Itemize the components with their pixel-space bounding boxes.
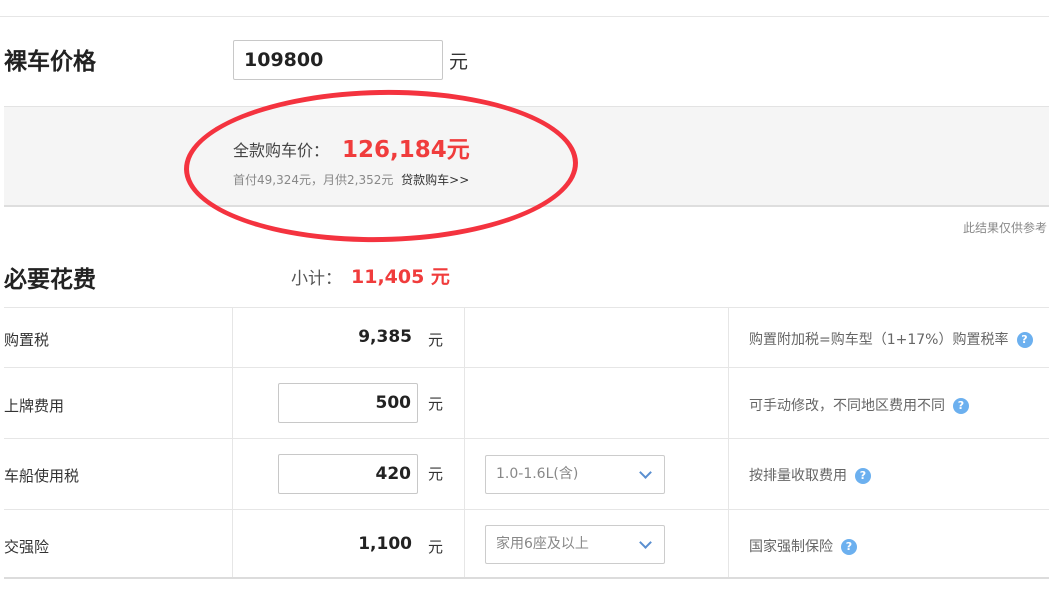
fee-note-text: 按排量收取费用 — [749, 468, 847, 484]
subtotal-value: 11,405 元 — [351, 266, 450, 288]
fee-note: 按排量收取费用? — [749, 465, 871, 485]
total-summary-box: 全款购车价： 126,184元 首付49,324元，月供2,352元 贷款购车>… — [4, 106, 1049, 207]
fee-unit: 元 — [428, 395, 444, 413]
fee-amount: 9,385 — [358, 327, 412, 347]
top-divider — [0, 16, 1049, 17]
fee-name: 购置税 — [4, 331, 50, 349]
help-icon[interactable]: ? — [1016, 332, 1033, 348]
fee-name: 上牌费用 — [4, 397, 65, 415]
total-price-label: 全款购车价： — [233, 141, 330, 160]
vehicle-tax-input[interactable]: 420 — [278, 454, 418, 494]
column-divider — [728, 308, 729, 367]
chevron-down-icon — [639, 536, 652, 549]
help-icon[interactable]: ? — [841, 539, 857, 555]
fee-row-license: 上牌费用 500 元 可手动修改，不同地区费用不同? — [4, 368, 1049, 439]
fee-note-text: 国家强制保险 — [749, 539, 833, 555]
fee-note: 可手动修改，不同地区费用不同? — [749, 395, 969, 415]
loan-purchase-link[interactable]: 贷款购车>> — [401, 173, 469, 187]
total-price-value: 126,184元 — [342, 137, 470, 163]
fee-unit: 元 — [428, 331, 444, 349]
seat-category-select-value: 家用6座及以上 — [496, 536, 589, 552]
fee-amount: 1,100 — [358, 534, 412, 554]
down-payment-text: 首付49,324元，月供2,352元 — [233, 173, 394, 187]
bare-price-unit: 元 — [449, 51, 469, 73]
fee-note: 国家强制保险? — [749, 536, 857, 556]
column-divider — [464, 308, 465, 367]
help-icon[interactable]: ? — [855, 468, 871, 484]
fee-unit: 元 — [428, 465, 444, 483]
column-divider — [232, 308, 233, 367]
fee-name: 车船使用税 — [4, 467, 80, 485]
subtotal-label: 小计： — [291, 269, 342, 289]
fee-unit: 元 — [428, 538, 444, 556]
bare-price-label: 裸车价格 — [4, 49, 96, 75]
fee-note-text: 可手动修改，不同地区费用不同 — [749, 398, 945, 414]
bare-price-input[interactable] — [233, 40, 443, 80]
payment-breakdown: 首付49,324元，月供2,352元 贷款购车>> — [233, 171, 469, 188]
fee-note-text: 购置附加税=购车型（1+17%）购置税率 — [749, 332, 1009, 348]
displacement-select[interactable]: 1.0-1.6L(含) — [485, 455, 665, 494]
fee-row-vehicle-tax: 车船使用税 420 元 1.0-1.6L(含) 按排量收取费用? — [4, 439, 1049, 510]
chevron-down-icon — [639, 466, 652, 479]
column-divider — [232, 510, 233, 577]
column-divider — [464, 368, 465, 438]
necessary-fees-title: 必要花费 — [4, 267, 96, 293]
help-icon[interactable]: ? — [953, 398, 969, 414]
fee-note: 购置附加税=购车型（1+17%）购置税率? — [749, 329, 1033, 349]
column-divider — [464, 439, 465, 509]
license-fee-input[interactable]: 500 — [278, 383, 418, 423]
reference-note: 此结果仅供参考 — [962, 221, 1047, 235]
column-divider — [232, 439, 233, 509]
column-divider — [464, 510, 465, 577]
fee-table: 购置税 9,385 元 购置附加税=购车型（1+17%）购置税率? 上牌费用 5… — [4, 307, 1049, 579]
column-divider — [728, 368, 729, 438]
column-divider — [232, 368, 233, 438]
fee-row-compulsory-insurance: 交强险 1,100 元 家用6座及以上 国家强制保险? — [4, 510, 1049, 579]
column-divider — [728, 439, 729, 509]
displacement-select-value: 1.0-1.6L(含) — [496, 466, 579, 482]
fee-name: 交强险 — [4, 538, 50, 556]
column-divider — [728, 510, 729, 577]
fee-row-purchase-tax: 购置税 9,385 元 购置附加税=购车型（1+17%）购置税率? — [4, 308, 1049, 368]
seat-category-select[interactable]: 家用6座及以上 — [485, 525, 665, 564]
